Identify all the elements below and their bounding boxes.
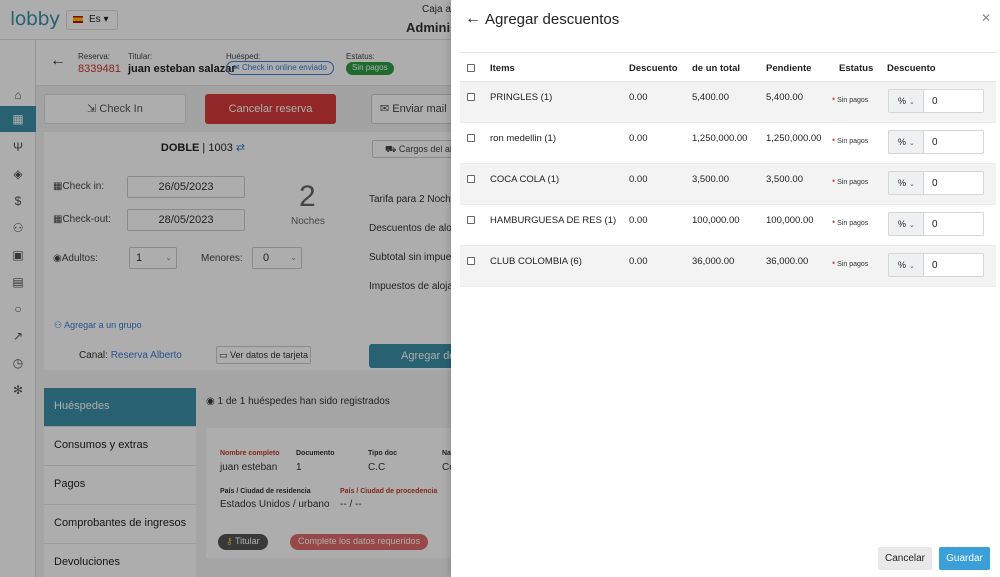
item-discount: 0.00 <box>629 133 648 144</box>
discount-control: % ⌄ 0 <box>888 171 984 195</box>
row-checkbox[interactable] <box>467 175 475 183</box>
discount-value-input[interactable]: 0 <box>924 89 984 113</box>
discount-type-select[interactable]: % ⌄ <box>888 171 924 195</box>
table-row: HAMBURGUESA DE RES (1) 0.00 100,000.00 1… <box>460 205 996 246</box>
item-pending: 100,000.00 <box>766 215 814 226</box>
status-dot-icon: • <box>832 217 836 227</box>
item-status-text: Sin pagos <box>837 97 869 104</box>
discount-type-value: % <box>898 178 907 188</box>
chevron-down-icon: ⌄ <box>909 263 915 270</box>
discount-control: % ⌄ 0 <box>888 212 984 236</box>
item-total: 36,000.00 <box>692 256 735 267</box>
table-row: COCA COLA (1) 0.00 3,500.00 3,500.00 • Si… <box>460 164 996 205</box>
status-dot-icon: • <box>832 176 836 186</box>
discount-value-input[interactable]: 0 <box>924 130 984 154</box>
row-checkbox[interactable] <box>467 134 475 142</box>
discount-type-select[interactable]: % ⌄ <box>888 212 924 236</box>
column-header: Descuento <box>629 63 678 74</box>
item-total: 5,400.00 <box>692 92 729 103</box>
item-pending: 1,250,000.00 <box>766 133 822 144</box>
chevron-down-icon: ⌄ <box>909 222 915 229</box>
discount-type-select[interactable]: % ⌄ <box>888 130 924 154</box>
column-header: Descuento <box>887 63 936 74</box>
table-header: Items Descuento de un total Pendiente Es… <box>460 52 996 82</box>
chevron-down-icon: ⌄ <box>909 99 915 106</box>
item-total: 100,000.00 <box>692 215 740 226</box>
discount-type-value: % <box>898 219 907 229</box>
item-pending: 3,500.00 <box>766 174 803 185</box>
item-discount: 0.00 <box>629 256 648 267</box>
item-status: • Sin pagos <box>832 217 868 227</box>
row-checkbox[interactable] <box>467 216 475 224</box>
discount-control: % ⌄ 0 <box>888 253 984 277</box>
column-header: Pendiente <box>766 63 812 74</box>
item-status-text: Sin pagos <box>837 179 869 186</box>
item-name: ron medellin (1) <box>490 133 556 144</box>
modal-overlay[interactable] <box>0 0 451 577</box>
save-button[interactable]: Guardar <box>939 547 990 570</box>
column-header: Estatus <box>839 63 874 74</box>
item-pending: 36,000.00 <box>766 256 809 267</box>
item-total: 1,250,000.00 <box>692 133 748 144</box>
drawer-title: Agregar descuentos <box>485 11 620 28</box>
item-pending: 5,400.00 <box>766 92 803 103</box>
discount-type-select[interactable]: % ⌄ <box>888 253 924 277</box>
item-discount: 0.00 <box>629 215 648 226</box>
status-dot-icon: • <box>832 258 836 268</box>
table-row: PRINGLES (1) 0.00 5,400.00 5,400.00 • Sin… <box>460 82 996 123</box>
status-dot-icon: • <box>832 135 836 145</box>
row-checkbox[interactable] <box>467 93 475 101</box>
table-row: ron medellin (1) 0.00 1,250,000.00 1,250… <box>460 123 996 164</box>
discount-value-input[interactable]: 0 <box>924 171 984 195</box>
discount-value-input[interactable]: 0 <box>924 253 984 277</box>
discounts-drawer: ← Agregar descuentos ✕ Items Descuento d… <box>451 0 1000 577</box>
table-row: CLUB COLOMBIA (6) 0.00 36,000.00 36,000.… <box>460 246 996 287</box>
item-discount: 0.00 <box>629 92 648 103</box>
close-icon[interactable]: ✕ <box>981 11 991 25</box>
column-header: Items <box>490 63 515 74</box>
item-status: • Sin pagos <box>832 94 868 104</box>
discount-control: % ⌄ 0 <box>888 130 984 154</box>
discount-value-input[interactable]: 0 <box>924 212 984 236</box>
row-checkbox[interactable] <box>467 257 475 265</box>
cancel-button[interactable]: Cancelar <box>878 547 932 570</box>
item-status: • Sin pagos <box>832 176 868 186</box>
item-name: COCA COLA (1) <box>490 174 560 185</box>
column-header: de un total <box>692 63 741 74</box>
item-name: CLUB COLOMBIA (6) <box>490 256 582 267</box>
item-status-text: Sin pagos <box>837 220 869 227</box>
discounts-table: Items Descuento de un total Pendiente Es… <box>460 52 996 287</box>
item-status-text: Sin pagos <box>837 261 869 268</box>
discount-type-value: % <box>898 96 907 106</box>
item-status-text: Sin pagos <box>837 138 869 145</box>
item-status: • Sin pagos <box>832 135 868 145</box>
chevron-down-icon: ⌄ <box>909 140 915 147</box>
status-dot-icon: • <box>832 94 836 104</box>
select-all-checkbox[interactable] <box>467 64 475 72</box>
discount-type-value: % <box>898 260 907 270</box>
item-name: HAMBURGUESA DE RES (1) <box>490 215 617 226</box>
discount-control: % ⌄ 0 <box>888 89 984 113</box>
discount-type-value: % <box>898 137 907 147</box>
item-discount: 0.00 <box>629 174 648 185</box>
discount-type-select[interactable]: % ⌄ <box>888 89 924 113</box>
chevron-down-icon: ⌄ <box>909 181 915 188</box>
back-arrow-icon[interactable]: ← <box>465 10 481 28</box>
item-name: PRINGLES (1) <box>490 92 553 103</box>
item-status: • Sin pagos <box>832 258 868 268</box>
item-total: 3,500.00 <box>692 174 729 185</box>
